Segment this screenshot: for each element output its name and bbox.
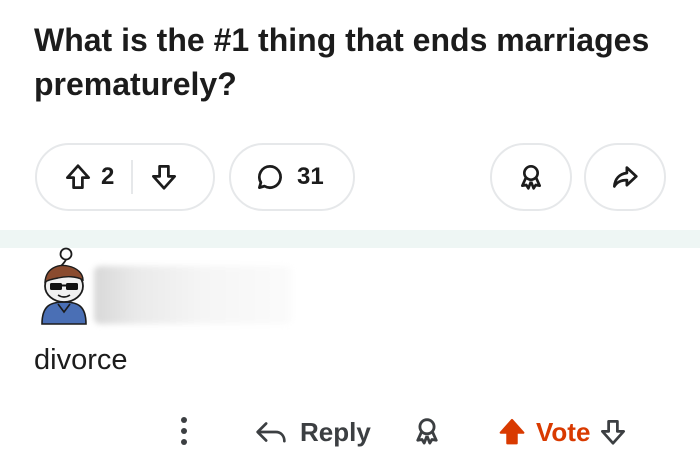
post-vote-pill: 2 [35, 143, 215, 211]
share-icon [610, 162, 640, 192]
downvote-icon[interactable] [598, 417, 628, 447]
section-divider [0, 230, 700, 248]
username-redacted [94, 266, 292, 324]
upvote-filled-icon[interactable] [496, 416, 528, 448]
comment-vote-control: Vote [496, 412, 628, 452]
comment-text: divorce [34, 344, 128, 376]
reply-button[interactable]: Reply [254, 412, 371, 452]
more-options-icon[interactable] [174, 412, 194, 450]
award-icon [410, 414, 444, 448]
share-button[interactable] [584, 143, 666, 211]
upvote-icon[interactable] [63, 162, 93, 192]
award-icon [515, 161, 547, 193]
avatar[interactable] [36, 246, 92, 328]
reply-icon [254, 417, 288, 447]
comment-award-button[interactable] [410, 414, 444, 448]
comments-button[interactable]: 31 [229, 143, 355, 211]
downvote-icon[interactable] [149, 162, 179, 192]
reply-label: Reply [300, 416, 371, 447]
post-vote-count: 2 [101, 163, 115, 190]
vote-separator [131, 160, 134, 194]
comment-icon [255, 162, 285, 192]
comment-count: 31 [297, 163, 324, 190]
comment-action-bar: Reply Vote [0, 408, 700, 458]
vote-label: Vote [536, 416, 591, 447]
post-title: What is the #1 thing that ends marriages… [34, 22, 650, 102]
award-button[interactable] [490, 143, 572, 211]
